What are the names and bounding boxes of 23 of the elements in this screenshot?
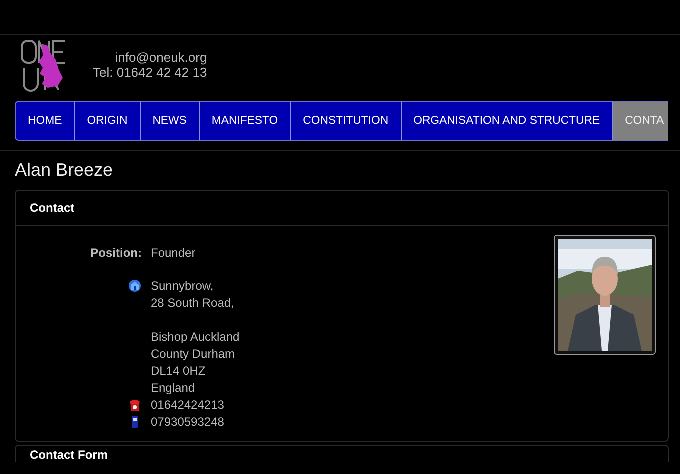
- nav-tab[interactable]: CONSTITUTION: [290, 101, 401, 141]
- nav-tab[interactable]: NEWS: [140, 101, 199, 141]
- nav-tab[interactable]: ORGANISATION AND STRUCTURE: [400, 101, 612, 141]
- nav-tab[interactable]: MANIFESTO: [198, 101, 290, 141]
- page-title: Alan Breeze: [15, 160, 114, 181]
- phone-text: Tel: 01642 42 42 13: [93, 65, 208, 80]
- address-line: Bishop Auckland: [151, 329, 240, 346]
- address-line: Sunnybrow,: [151, 278, 215, 295]
- email-text: info@oneuk.org: [114, 50, 208, 65]
- address-line: DL14 0HZ: [151, 363, 207, 380]
- address-line: County Durham: [151, 346, 236, 363]
- address-line: England: [151, 380, 196, 397]
- nav-tab[interactable]: HOME: [15, 101, 74, 141]
- position-text: Founder: [151, 245, 197, 262]
- field-label: Position:: [90, 245, 142, 262]
- telephone-icon: [128, 398, 142, 412]
- card-title: Contact Form: [29, 447, 109, 462]
- house-icon: [128, 279, 142, 293]
- phone-number: 07930593248: [151, 414, 226, 431]
- phone-number: 01642424213: [151, 397, 226, 414]
- card-title: Contact: [16, 191, 668, 226]
- nav-tab[interactable]: ORIGIN: [74, 101, 140, 141]
- address-line: 28 South Road,: [151, 295, 236, 312]
